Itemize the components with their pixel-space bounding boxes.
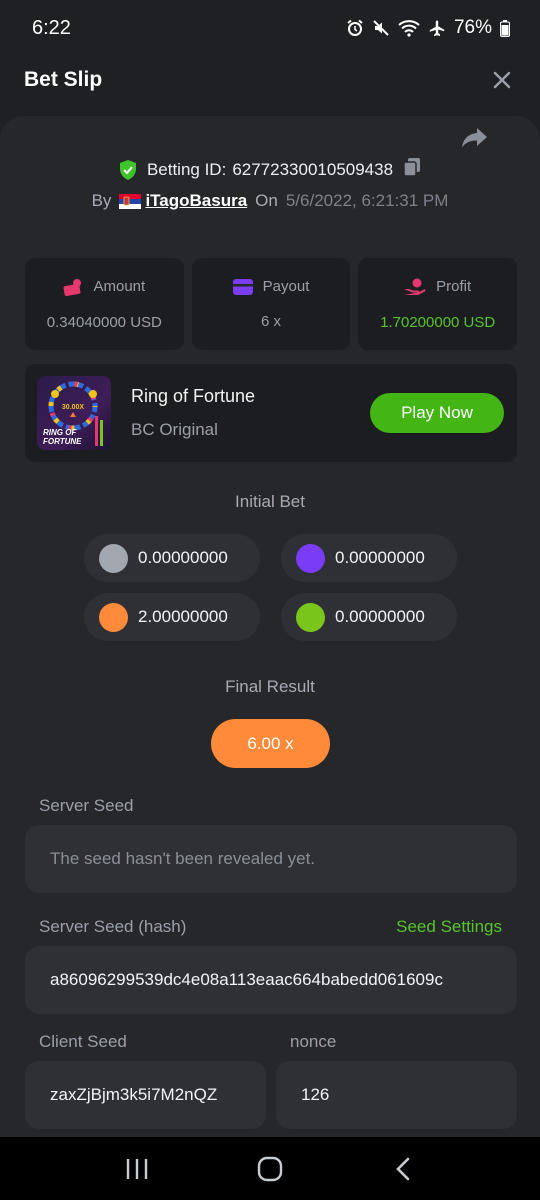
username-link[interactable]: iTagoBasura bbox=[119, 191, 247, 211]
bet-stats: Amount 0.34040000 USD Payout 6 x Profit … bbox=[25, 258, 518, 350]
profit-stat: Profit 1.70200000 USD bbox=[358, 258, 518, 350]
back-button[interactable] bbox=[383, 1149, 423, 1189]
bet-chip-orange: 2.00000000 bbox=[84, 593, 260, 641]
home-button[interactable] bbox=[250, 1149, 290, 1189]
betting-id-value: 62772330010509438 bbox=[232, 159, 394, 179]
amount-icon bbox=[64, 278, 82, 296]
amount-label: Amount bbox=[93, 278, 146, 295]
close-button[interactable] bbox=[488, 66, 516, 94]
play-now-button[interactable]: Play Now bbox=[370, 393, 504, 433]
share-icon bbox=[462, 128, 487, 148]
bet-chip-green: 0.00000000 bbox=[281, 593, 457, 641]
betting-id-row: Betting ID: 62772330010509438 bbox=[0, 157, 540, 182]
ring-of-fortune-artwork: 30.00X RING OF FORTUNE bbox=[43, 381, 103, 446]
chip-dot-grey bbox=[99, 543, 128, 573]
game-row: 30.00X RING OF FORTUNE Ring of Fortune B… bbox=[25, 364, 517, 462]
svg-text:FORTUNE: FORTUNE bbox=[43, 437, 82, 446]
server-seed-hash-field[interactable]: a86096299539dc4e08a113eaac664babedd06160… bbox=[25, 946, 517, 1014]
payout-value: 6 x bbox=[261, 313, 282, 330]
bet-chip-grey: 0.00000000 bbox=[84, 534, 260, 582]
nonce-field[interactable]: 126 bbox=[276, 1061, 517, 1129]
profit-value: 1.70200000 USD bbox=[380, 313, 496, 331]
app-header: Bet Slip bbox=[0, 56, 540, 104]
game-provider: BC Original bbox=[131, 420, 218, 439]
chip-dot-orange bbox=[99, 602, 128, 632]
svg-text:30.00X: 30.00X bbox=[62, 404, 85, 411]
page-title: Bet Slip bbox=[24, 68, 103, 91]
bet-byline: By iTagoBasura On 5/6/2022, 6:21:31 PM bbox=[0, 191, 540, 211]
share-button[interactable] bbox=[460, 122, 490, 152]
home-icon bbox=[257, 1156, 283, 1181]
game-name[interactable]: Ring of Fortune bbox=[131, 386, 255, 407]
verified-shield-icon bbox=[119, 159, 136, 180]
svg-text:RING OF: RING OF bbox=[43, 428, 77, 437]
server-seed-field: The seed hasn't been revealed yet. bbox=[25, 825, 517, 893]
chip-value: 0.00000000 bbox=[335, 607, 425, 626]
battery-icon bbox=[500, 19, 510, 37]
wallet-icon bbox=[232, 278, 253, 295]
initial-bet-title: Initial Bet bbox=[235, 492, 305, 511]
payout-label: Payout bbox=[262, 278, 310, 295]
system-nav-bar bbox=[0, 1137, 540, 1200]
by-label: By bbox=[91, 191, 112, 210]
airplane-icon bbox=[428, 19, 446, 37]
client-seed-label: Client Seed bbox=[39, 1032, 127, 1051]
profit-hand-icon bbox=[404, 278, 426, 295]
final-result-title: Final Result bbox=[225, 677, 315, 696]
payout-stat: Payout 6 x bbox=[191, 258, 351, 350]
recents-icon bbox=[126, 1158, 147, 1179]
back-icon bbox=[396, 1157, 410, 1180]
mute-icon bbox=[372, 19, 390, 37]
amount-stat: Amount 0.34040000 USD bbox=[25, 258, 184, 350]
close-icon bbox=[493, 71, 511, 89]
wifi-icon bbox=[398, 19, 420, 37]
game-thumbnail[interactable]: 30.00X RING OF FORTUNE bbox=[37, 376, 111, 450]
server-seed-label: Server Seed bbox=[39, 796, 134, 815]
battery-percent: 76% bbox=[453, 17, 492, 38]
status-bar: 6:22 76% bbox=[0, 0, 540, 56]
recents-button[interactable] bbox=[117, 1149, 157, 1189]
profit-label: Profit bbox=[436, 278, 472, 295]
status-time: 6:22 bbox=[32, 16, 71, 39]
bet-slip-screen: 6:22 76% Bet Slip Betting ID: 6277233001… bbox=[0, 0, 540, 1200]
status-icons: 76% bbox=[346, 17, 510, 39]
bet-slip-card: Betting ID: 62772330010509438 By iTagoBa… bbox=[0, 116, 540, 1137]
flag-icon bbox=[119, 193, 142, 209]
client-seed-field[interactable]: zaxZjBjm3k5i7M2nQZ bbox=[25, 1061, 266, 1129]
alarm-icon bbox=[346, 19, 364, 37]
username: iTagoBasura bbox=[145, 191, 248, 210]
chip-value: 0.00000000 bbox=[138, 548, 228, 567]
on-label: On bbox=[255, 191, 278, 210]
chip-value: 2.00000000 bbox=[138, 607, 228, 626]
amount-value: 0.34040000 USD bbox=[46, 313, 162, 331]
bet-date: 5/6/2022, 6:21:31 PM bbox=[285, 191, 449, 210]
bet-chip-purple: 0.00000000 bbox=[281, 534, 457, 582]
betting-id-label: Betting ID: bbox=[146, 159, 227, 179]
copy-icon bbox=[403, 158, 421, 177]
chip-dot-green bbox=[296, 602, 325, 632]
final-result-badge: 6.00 x bbox=[211, 719, 330, 768]
seed-settings-link[interactable]: Seed Settings bbox=[396, 917, 502, 937]
chip-dot-purple bbox=[296, 543, 325, 573]
chip-value: 0.00000000 bbox=[335, 548, 425, 567]
server-seed-hash-label: Server Seed (hash) bbox=[39, 917, 187, 936]
nonce-label: nonce bbox=[290, 1032, 337, 1051]
copy-button[interactable] bbox=[403, 157, 421, 182]
